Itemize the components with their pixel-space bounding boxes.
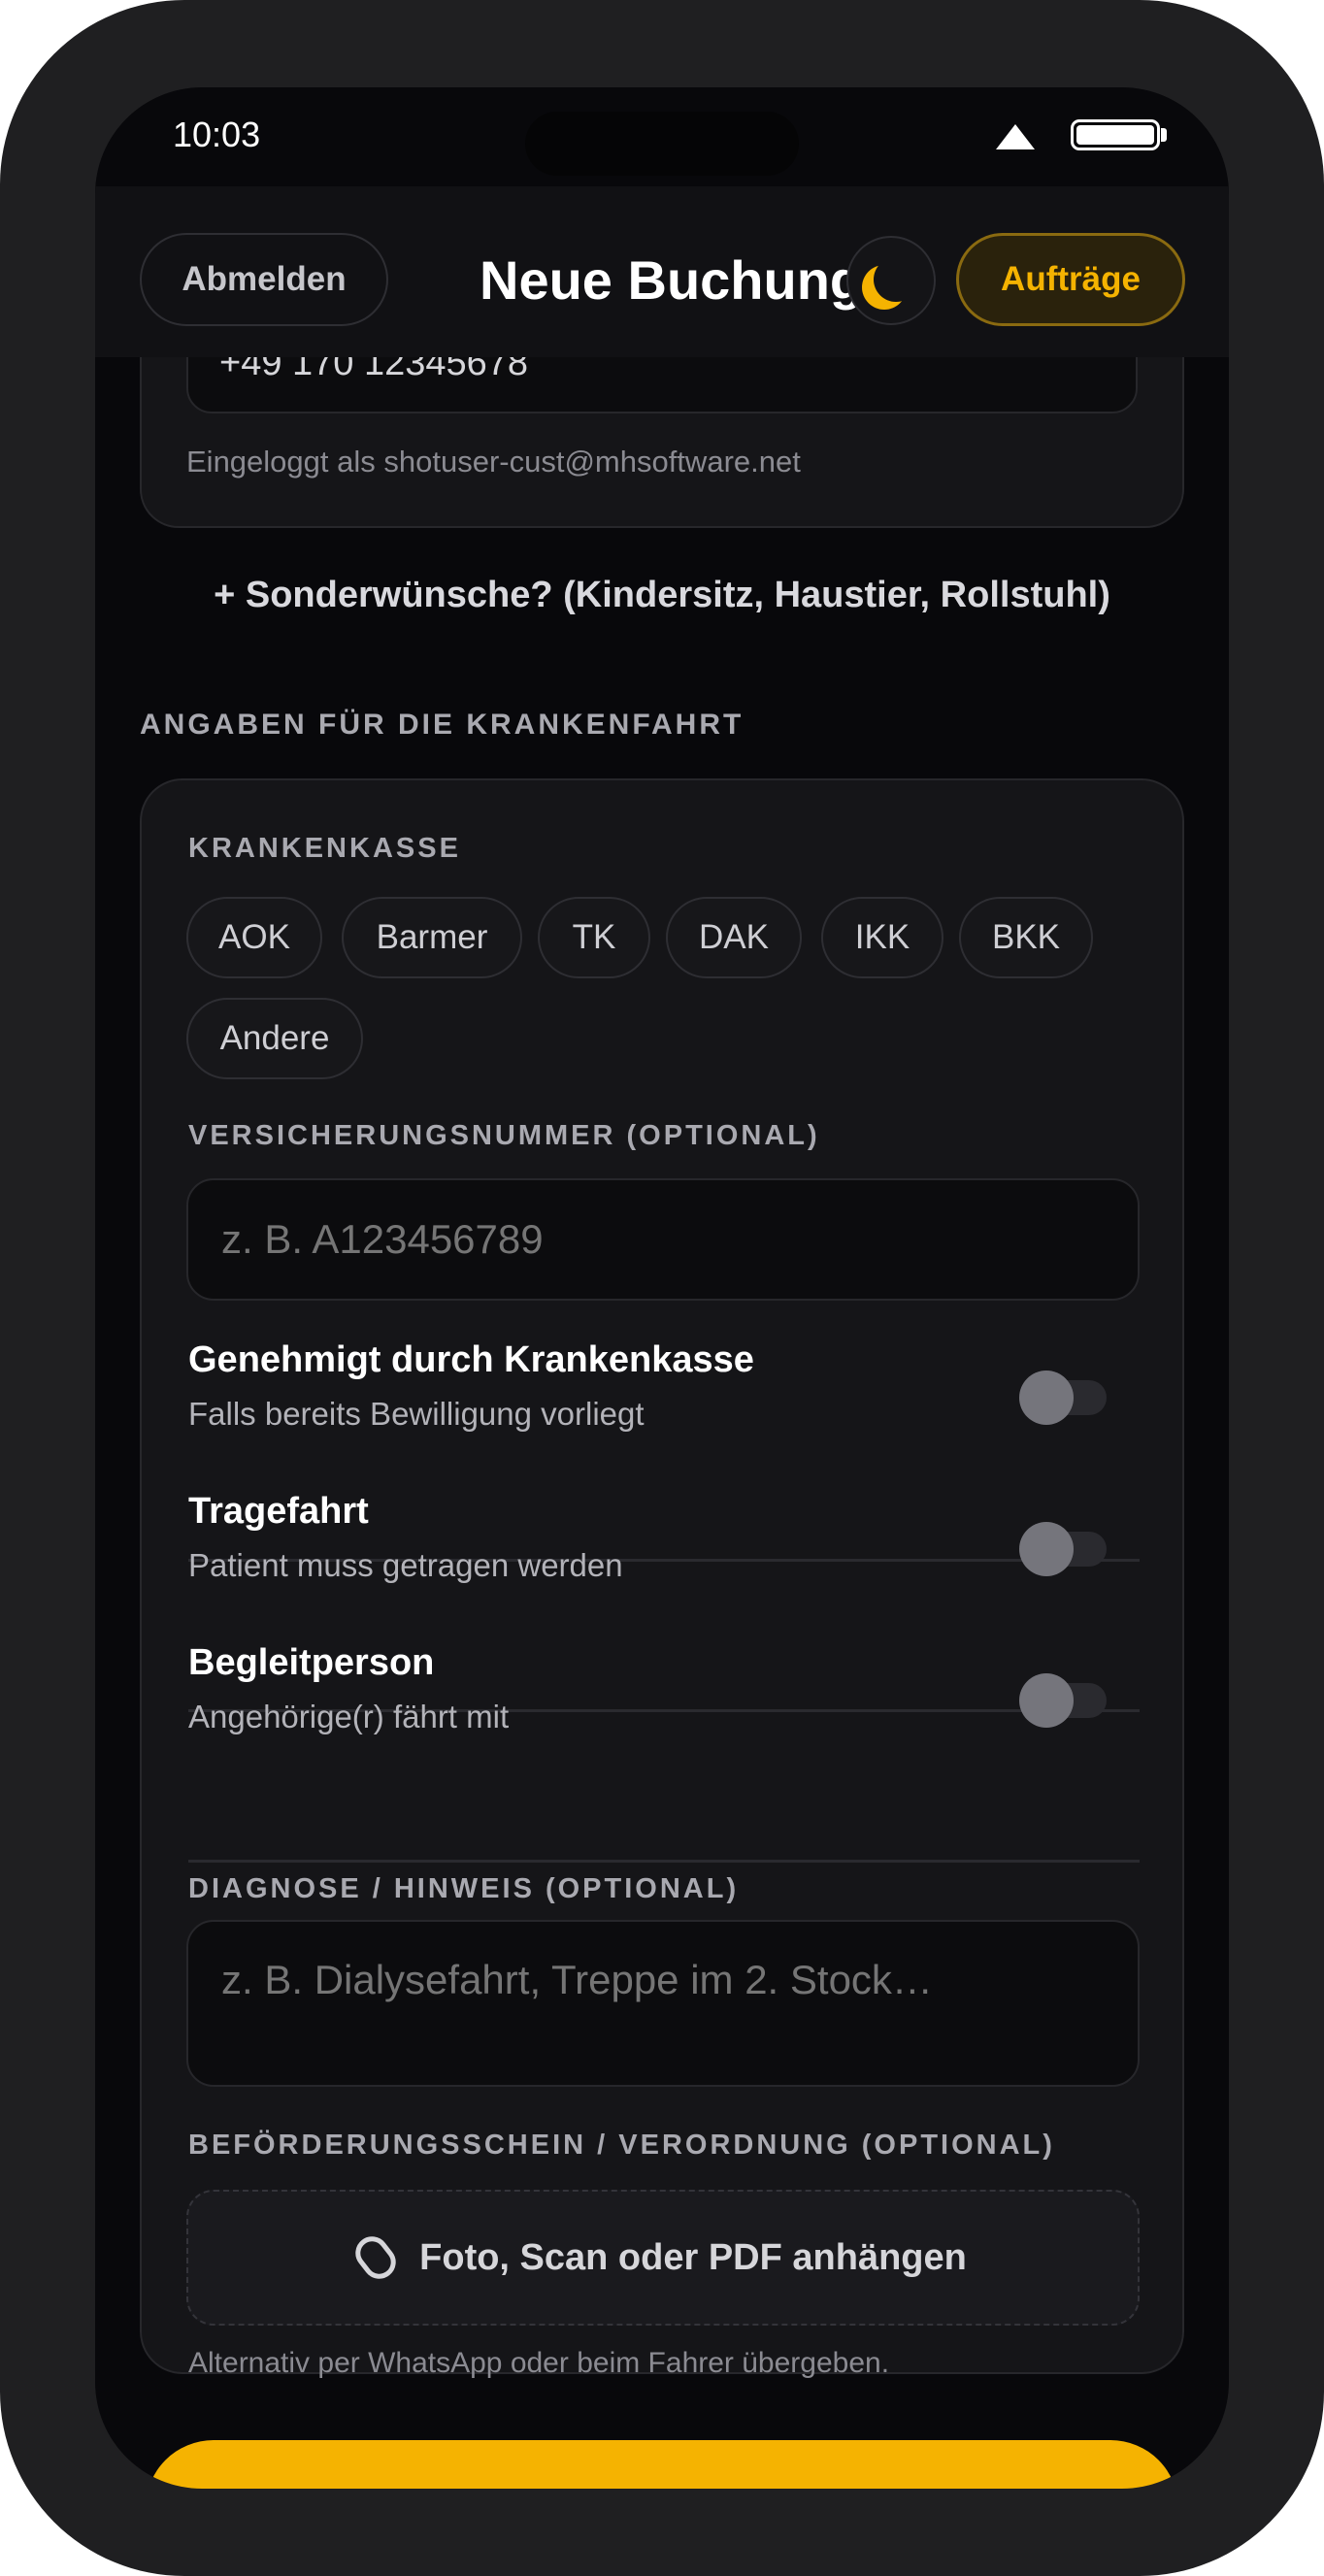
battery-tip-icon <box>1161 128 1167 142</box>
insurance-chip-bkk[interactable]: BKK <box>959 897 1093 978</box>
status-time: 10:03 <box>173 115 261 154</box>
section-heading: ANGABEN FÜR DIE KRANKENFAHRT <box>140 709 745 741</box>
insurance-chip-ikk[interactable]: IKK <box>821 897 943 978</box>
toggle-carry-subtitle: Patient muss getragen werden <box>188 1547 623 1583</box>
insurance-chip-dak[interactable]: DAK <box>666 897 802 978</box>
toggle-carry-title: Tragefahrt <box>188 1491 369 1532</box>
logout-button[interactable]: Abmelden <box>140 233 388 326</box>
carry-switch[interactable] <box>1019 1522 1109 1576</box>
battery-icon <box>1071 119 1160 150</box>
insurance-chip-andere[interactable]: Andere <box>186 998 363 1079</box>
toggle-approved-title: Genehmigt durch Krankenkasse <box>188 1339 754 1380</box>
medical-trip-card: KRANKENKASSE AOK Barmer TK DAK IKK BKK A… <box>140 778 1184 2379</box>
phone-frame: 10:03 +49 170 12345678 Eingeloggt als sh… <box>0 0 1324 2576</box>
insurance-label: KRANKENKASSE <box>188 833 461 864</box>
orders-button[interactable]: Aufträge <box>956 233 1185 326</box>
submit-button[interactable] <box>146 2440 1178 2489</box>
toggle-companion-subtitle: Angehörige(r) fährt mit <box>188 1699 510 1734</box>
dynamic-island <box>525 112 799 176</box>
diagnosis-label: DIAGNOSE / HINWEIS (OPTIONAL) <box>188 1873 740 1904</box>
prescription-label: BEFÖRDERUNGSSCHEIN / VERORDNUNG (OPTIONA… <box>188 2130 1055 2161</box>
moon-icon <box>874 257 918 302</box>
wifi-icon <box>996 124 1035 149</box>
app-screen: 10:03 +49 170 12345678 Eingeloggt als sh… <box>95 87 1229 2489</box>
insurance-chip-barmer[interactable]: Barmer <box>342 897 522 978</box>
theme-toggle-button[interactable] <box>846 236 936 325</box>
upload-button[interactable]: Foto, Scan oder PDF anhängen <box>186 2190 1140 2326</box>
special-wishes-link[interactable]: + Sonderwünsche? (Kindersitz, Haustier, … <box>95 575 1229 616</box>
paperclip-icon <box>348 2229 403 2286</box>
page-title: Neue Buchung <box>480 249 864 311</box>
diagnosis-textarea[interactable] <box>186 1920 1140 2087</box>
upload-hint: Alternativ per WhatsApp oder beim Fahrer… <box>188 2347 890 2379</box>
companion-switch[interactable] <box>1019 1673 1109 1728</box>
insurance-chip-aok[interactable]: AOK <box>186 897 322 978</box>
upload-label: Foto, Scan oder PDF anhängen <box>419 2236 967 2278</box>
insurance-number-label: VERSICHERUNGSNUMMER (OPTIONAL) <box>188 1120 820 1151</box>
insurance-number-input[interactable] <box>186 1178 1140 1301</box>
divider <box>188 1860 1140 1863</box>
toggle-companion-title: Begleitperson <box>188 1642 435 1683</box>
approved-switch[interactable] <box>1019 1371 1109 1425</box>
insurance-chip-tk[interactable]: TK <box>538 897 650 978</box>
login-info: Eingeloggt als shotuser-cust@mhsoftware.… <box>186 445 801 479</box>
toggle-approved-subtitle: Falls bereits Bewilligung vorliegt <box>188 1396 645 1432</box>
